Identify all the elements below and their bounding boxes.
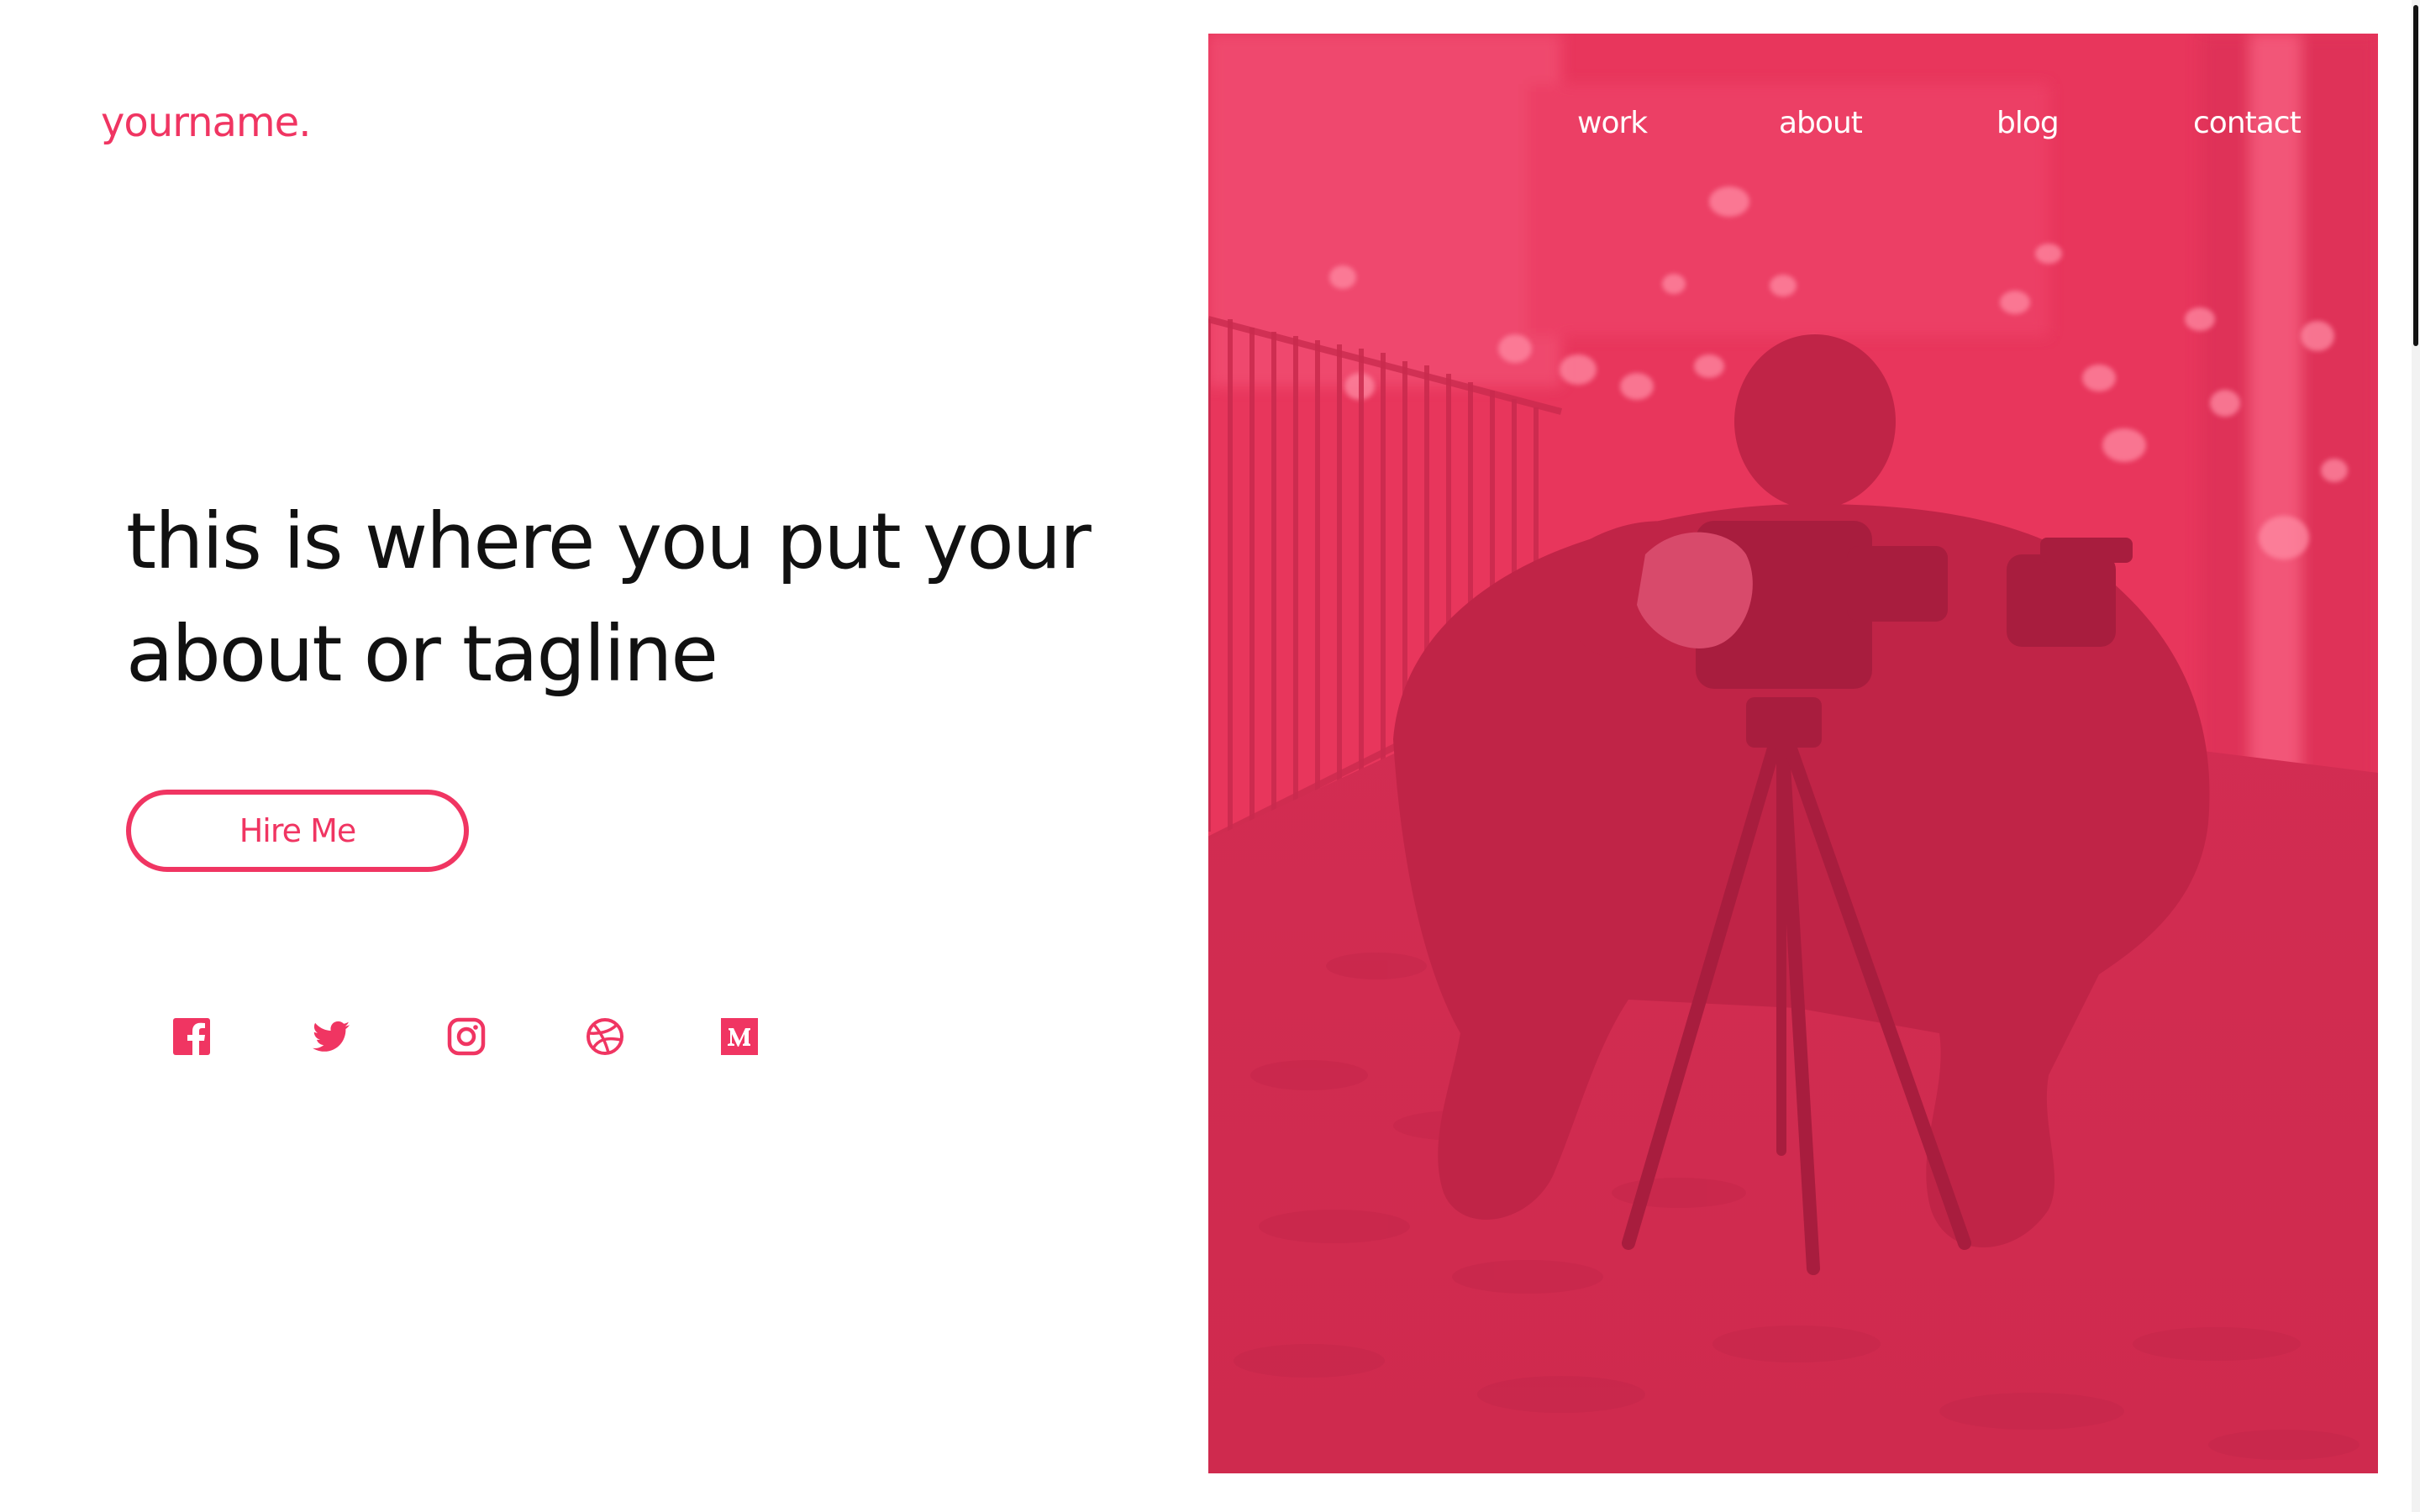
- instagram-icon: [447, 1017, 486, 1056]
- hero-image: [1208, 34, 2378, 1473]
- dribbble-icon: [587, 1018, 623, 1055]
- landing-page: yourname. this is where you put your abo…: [0, 0, 2420, 1512]
- medium-link[interactable]: [719, 1016, 760, 1057]
- facebook-link[interactable]: [171, 1016, 212, 1057]
- scrollbar-thumb[interactable]: [2413, 5, 2418, 346]
- scrollbar[interactable]: [2412, 0, 2420, 1512]
- nav-item-blog[interactable]: blog: [1996, 106, 2060, 140]
- nav-item-work[interactable]: work: [1577, 106, 1648, 140]
- main-nav: work about blog contact: [0, 106, 2420, 156]
- twitter-icon: [313, 1021, 350, 1052]
- photographer-photo: [1208, 34, 2378, 1473]
- facebook-icon: [173, 1018, 210, 1055]
- nav-item-contact[interactable]: contact: [2193, 106, 2302, 140]
- instagram-link[interactable]: [446, 1016, 487, 1057]
- nav-item-about[interactable]: about: [1779, 106, 1863, 140]
- hire-me-button[interactable]: Hire Me: [126, 790, 469, 872]
- dribbble-link[interactable]: [585, 1016, 625, 1057]
- medium-icon: [721, 1018, 758, 1055]
- hero-tagline: this is where you put your about or tagl…: [126, 496, 1092, 699]
- twitter-link[interactable]: [311, 1016, 351, 1057]
